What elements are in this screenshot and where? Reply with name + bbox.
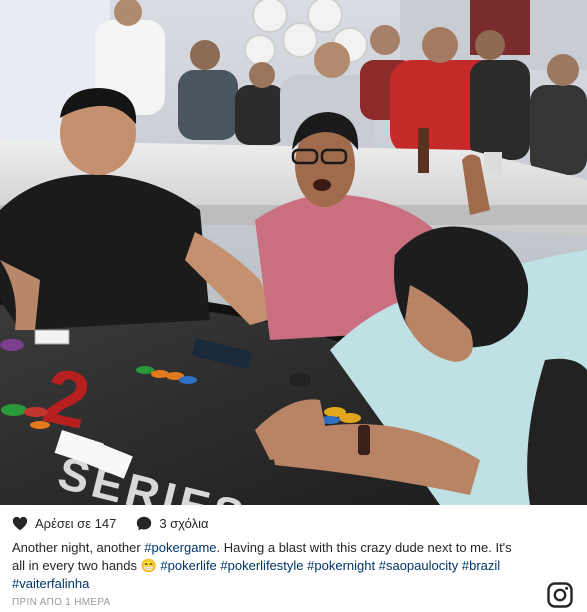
- likes-count-label: Αρέσει σε 147: [35, 515, 117, 531]
- instagram-logo-icon[interactable]: [547, 582, 573, 608]
- post-photo[interactable]: 2 SERIES: [0, 0, 587, 505]
- hashtag-link[interactable]: #saopaulocity: [379, 558, 459, 573]
- post-timestamp: ΠΡΙΝ ΑΠΟ 1 ΗΜΕΡΑ: [12, 597, 111, 608]
- caption-text: Another night, another: [12, 540, 145, 555]
- comment-bubble-icon[interactable]: [136, 516, 152, 531]
- hashtag-link[interactable]: #brazil: [462, 558, 500, 573]
- hashtag-link[interactable]: #pokerlife: [160, 558, 216, 573]
- poker-scene-illustration: 2 SERIES: [0, 0, 587, 505]
- instagram-post: 2 SERIES Αρέσει σε 147 3 σχόλια Another …: [0, 0, 587, 612]
- post-meta-row: Αρέσει σε 147 3 σχόλια: [12, 514, 229, 532]
- hashtag-link[interactable]: #pokergame: [144, 540, 216, 555]
- hashtag-link[interactable]: #pokerlifestyle: [220, 558, 303, 573]
- comments-item[interactable]: 3 σχόλια: [136, 515, 209, 531]
- comments-count-label: 3 σχόλια: [159, 515, 209, 531]
- post-caption: Another night, another #pokergame. Havin…: [12, 539, 517, 593]
- likes-item[interactable]: Αρέσει σε 147: [12, 516, 116, 531]
- hashtag-link[interactable]: #vaiterfalinha: [12, 576, 89, 591]
- hashtag-link[interactable]: #pokernight: [307, 558, 375, 573]
- heart-icon[interactable]: [12, 516, 28, 531]
